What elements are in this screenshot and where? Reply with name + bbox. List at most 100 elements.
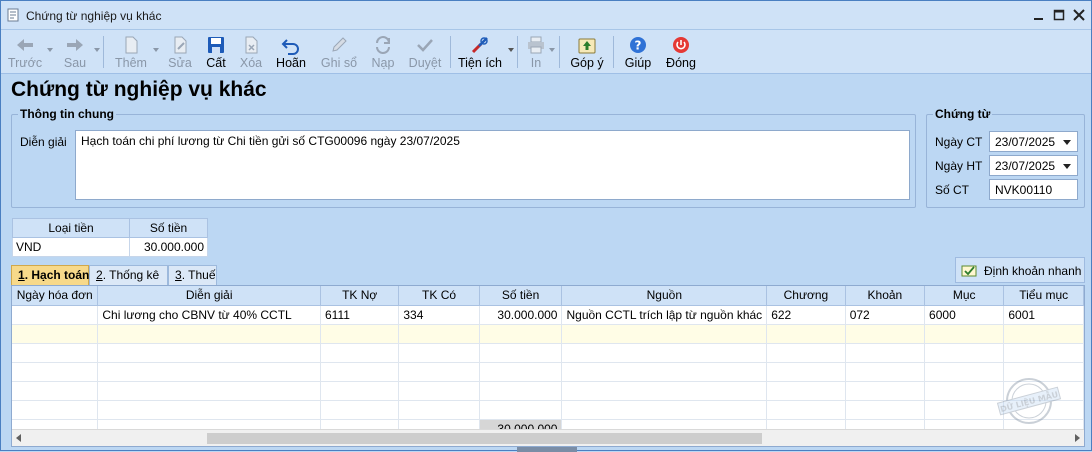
posting-date-label: Ngày HT <box>935 159 983 173</box>
quick-entry-icon <box>961 265 977 277</box>
close-icon[interactable] <box>1071 7 1087 23</box>
cell-item[interactable]: 072 <box>845 305 926 325</box>
voucher-number-input[interactable]: NVK00110 <box>989 179 1078 200</box>
chevron-down-icon[interactable] <box>1063 140 1071 145</box>
tab-tax[interactable]: 3. Thuế <box>168 265 217 285</box>
posting-date-picker[interactable]: 23/07/2025 <box>989 155 1078 176</box>
scroll-right-icon[interactable] <box>1075 434 1080 442</box>
prev-dropdown-icon[interactable] <box>47 48 53 52</box>
feedback-icon <box>578 38 596 54</box>
toolbar-approve-button[interactable]: Duyệt <box>406 32 444 72</box>
toolbar-cancel-button[interactable]: Hoãn <box>273 32 309 72</box>
add-document-icon <box>125 36 138 54</box>
toolbar-separator <box>450 36 451 68</box>
voucher-legend: Chứng từ <box>933 107 993 121</box>
currency-table: Loại tiền Số tiền VND 30.000.000 <box>11 218 208 257</box>
utilities-dropdown-icon[interactable] <box>508 48 514 52</box>
currency-amount-cell[interactable]: 30.000.000 <box>129 237 208 257</box>
general-info-group: Thông tin chung Diễn giải Hạch toán chi … <box>11 107 916 208</box>
grid-header-row: Ngày hóa đơn Diễn giải TK Nợ TK Có Số ti… <box>12 286 1084 306</box>
toolbar-help-button[interactable]: ? Giúp <box>621 32 655 72</box>
scroll-left-icon[interactable] <box>16 434 21 442</box>
col-amount[interactable]: Số tiền <box>479 286 563 306</box>
next-dropdown-icon[interactable] <box>94 48 100 52</box>
currency-row[interactable]: VND 30.000.000 <box>11 237 208 257</box>
cell-description[interactable]: Chi lương cho CBNV từ 40% CCTL <box>97 305 321 325</box>
col-item[interactable]: Khoản <box>845 286 926 306</box>
sample-data-stamp: DỮ LIỆU MẪU <box>996 378 1062 424</box>
toolbar-close-button[interactable]: Đóng <box>663 32 699 72</box>
title-bar: Chứng từ nghiệp vụ khác <box>1 1 1091 30</box>
quick-entry-button[interactable]: Định khoản nhanh <box>955 257 1085 283</box>
minimize-icon[interactable] <box>1031 7 1047 23</box>
check-icon <box>417 39 433 52</box>
cell-chapter[interactable]: 622 <box>766 305 846 325</box>
delete-document-icon <box>245 36 258 54</box>
cell-amount[interactable]: 30.000.000 <box>479 305 563 325</box>
tab-accounting[interactable]: 1. Hạch toán <box>11 265 89 285</box>
description-input[interactable]: Hạch toán chi phí lương từ Chi tiền gửi … <box>75 130 910 200</box>
horizontal-scrollbar[interactable] <box>12 429 1084 446</box>
col-chapter[interactable]: Chương <box>766 286 846 306</box>
currency-type-cell[interactable]: VND <box>11 237 131 257</box>
print-dropdown-icon[interactable] <box>549 48 555 52</box>
currency-amount-header: Số tiền <box>129 218 208 238</box>
cell-section[interactable]: 6000 <box>924 305 1005 325</box>
maximize-icon[interactable] <box>1051 7 1067 23</box>
accounting-table: Ngày hóa đơn Diễn giải TK Nợ TK Có Số ti… <box>12 286 1084 438</box>
voucher-date-label: Ngày CT <box>935 135 983 149</box>
table-row-new[interactable] <box>12 324 1084 344</box>
cell-debit-account[interactable]: 6111 <box>320 305 400 325</box>
cell-source[interactable]: Nguồn CCTL trích lập từ nguồn khác <box>561 305 768 325</box>
printer-icon <box>528 36 544 54</box>
toolbar-next-button[interactable]: Sau <box>57 32 93 72</box>
toolbar-add-button[interactable]: Thêm <box>111 32 151 72</box>
arrow-left-icon <box>17 39 33 51</box>
accounting-grid: Ngày hóa đơn Diễn giải TK Nợ TK Có Số ti… <box>11 285 1085 447</box>
window-title: Chứng từ nghiệp vụ khác <box>26 9 162 23</box>
toolbar-utilities-button[interactable]: Tiện ích <box>456 32 504 72</box>
col-debit-account[interactable]: TK Nợ <box>320 286 400 306</box>
toolbar: Trước Sau Thêm Sửa Cất Xóa Hoãn Ghi sổ N… <box>1 30 1091 74</box>
page-title: Chứng từ nghiệp vụ khác <box>11 78 267 101</box>
toolbar-print-button[interactable]: In <box>523 32 549 72</box>
col-subsection[interactable]: Tiểu mục <box>1003 286 1084 306</box>
col-section[interactable]: Mục <box>924 286 1005 306</box>
toolbar-separator <box>559 36 560 68</box>
toolbar-reload-button[interactable]: Nạp <box>367 32 399 72</box>
scroll-thumb[interactable] <box>207 433 762 444</box>
voucher-date-picker[interactable]: 23/07/2025 <box>989 131 1078 152</box>
add-dropdown-icon[interactable] <box>153 48 159 52</box>
table-row-empty[interactable] <box>12 362 1084 382</box>
general-info-legend: Thông tin chung <box>18 107 116 121</box>
toolbar-edit-button[interactable]: Sửa <box>163 32 197 72</box>
chevron-down-icon[interactable] <box>1063 164 1071 169</box>
main-window: Chứng từ nghiệp vụ khác Trước Sau Thêm S… <box>0 0 1092 452</box>
toolbar-separator <box>517 36 518 68</box>
toolbar-save-button[interactable]: Cất <box>200 32 232 72</box>
tab-statistics[interactable]: 2. Thống kê <box>89 265 168 285</box>
col-invoice-date[interactable]: Ngày hóa đơn <box>12 286 99 306</box>
panel-splitter[interactable] <box>517 447 577 452</box>
cell-credit-account[interactable]: 334 <box>398 305 480 325</box>
cell-subsection[interactable]: 6001 <box>1003 305 1084 325</box>
toolbar-post-button[interactable]: Ghi sổ <box>317 32 361 72</box>
help-icon: ? <box>630 37 646 53</box>
table-row-empty[interactable] <box>12 400 1084 420</box>
toolbar-feedback-button[interactable]: Góp ý <box>567 32 607 72</box>
app-icon <box>7 8 19 22</box>
arrow-right-icon <box>67 39 83 51</box>
toolbar-separator <box>613 36 614 68</box>
col-credit-account[interactable]: TK Có <box>398 286 480 306</box>
toolbar-delete-button[interactable]: Xóa <box>235 32 267 72</box>
table-row[interactable]: Chi lương cho CBNV từ 40% CCTL 6111 334 … <box>12 305 1084 325</box>
description-label: Diễn giải <box>20 135 67 149</box>
voucher-date-value: 23/07/2025 <box>995 135 1056 149</box>
voucher-number-label: Số CT <box>935 183 970 197</box>
col-source[interactable]: Nguồn <box>561 286 768 306</box>
table-row-empty[interactable] <box>12 343 1084 363</box>
col-description[interactable]: Diễn giải <box>97 286 321 306</box>
table-row-empty[interactable] <box>12 381 1084 401</box>
cell-invoice-date[interactable] <box>12 305 99 325</box>
toolbar-prev-button[interactable]: Trước <box>5 32 45 72</box>
